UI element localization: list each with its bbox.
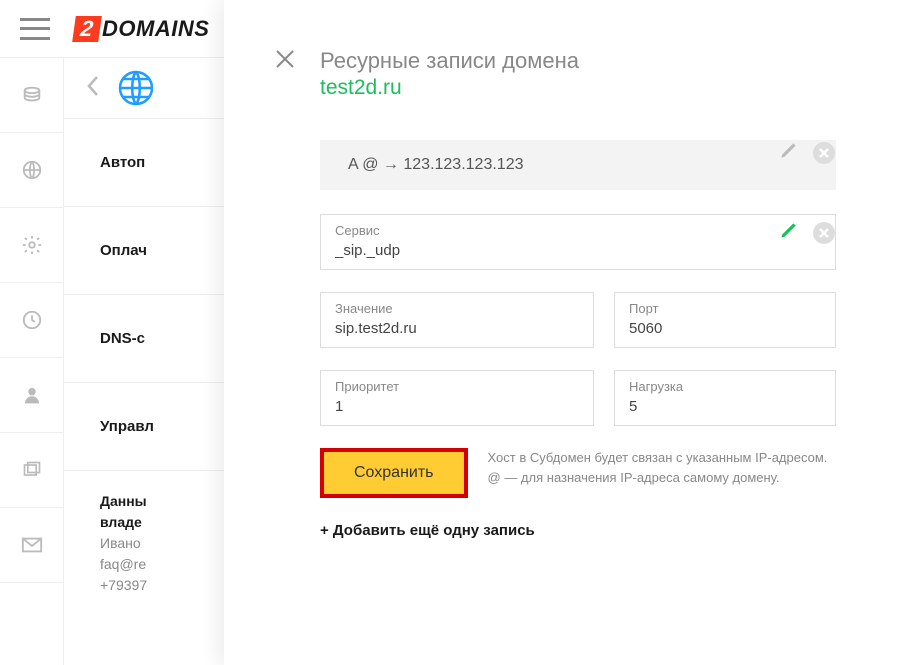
value-input[interactable] [335,320,579,337]
owner-details: Данны владе Ивано faq@re +79397 [64,470,224,596]
menu-item-autorenew[interactable]: Автоп [64,118,224,206]
icon-sidebar [0,58,64,665]
add-record-link[interactable]: + Добавить ещё одну запись [320,522,857,539]
sidebar-mail-icon[interactable] [0,508,63,583]
menu-item-dns[interactable]: DNS-с [64,294,224,382]
weight-label: Нагрузка [629,379,821,394]
priority-label: Приоритет [335,379,579,394]
value-field[interactable]: Значение [320,292,594,348]
service-field[interactable]: Сервис [320,214,836,270]
delete-active-icon[interactable] [813,222,835,244]
service-label: Сервис [335,223,821,238]
panel-title: Ресурные записи домена [320,48,857,74]
menu-item-manage[interactable]: Управл [64,382,224,470]
secondary-column: Автоп Оплач DNS-с Управл Данны владе Ива… [64,58,224,665]
edit-record-icon[interactable] [779,140,799,165]
value-label: Значение [335,301,579,316]
domain-name: test2d.ru [320,76,857,100]
sidebar-user-icon[interactable] [0,358,63,433]
weight-field[interactable]: Нагрузка [614,370,836,426]
sidebar-windows-icon[interactable] [0,433,63,508]
port-field[interactable]: Порт [614,292,836,348]
priority-input[interactable] [335,398,579,415]
logo-badge: 2 [72,16,102,42]
sidebar-coins-icon[interactable] [0,58,63,133]
logo[interactable]: 2 DOMAINS [74,16,209,42]
sidebar-clock-icon[interactable] [0,283,63,358]
logo-text: DOMAINS [102,16,209,42]
priority-field[interactable]: Приоритет [320,370,594,426]
port-label: Порт [629,301,821,316]
globe-icon[interactable] [118,70,154,106]
weight-input[interactable] [629,398,821,415]
port-input[interactable] [629,320,821,337]
service-input[interactable] [335,242,821,259]
hint-text: Хост в Субдомен будет связан с указанным… [488,448,828,487]
close-icon[interactable] [274,48,296,75]
sidebar-globe-icon[interactable] [0,133,63,208]
hamburger-menu[interactable] [20,18,50,40]
existing-record-row[interactable]: A @ → 123.123.123.123 [320,140,836,190]
back-chevron-icon[interactable] [86,74,100,103]
menu-item-paid[interactable]: Оплач [64,206,224,294]
sidebar-gear-icon[interactable] [0,208,63,283]
dns-records-panel: Ресурные записи домена test2d.ru A @ → 1… [224,0,917,665]
delete-record-icon[interactable] [813,142,835,164]
edit-active-icon[interactable] [779,220,799,245]
save-button[interactable]: Сохранить [320,448,468,498]
